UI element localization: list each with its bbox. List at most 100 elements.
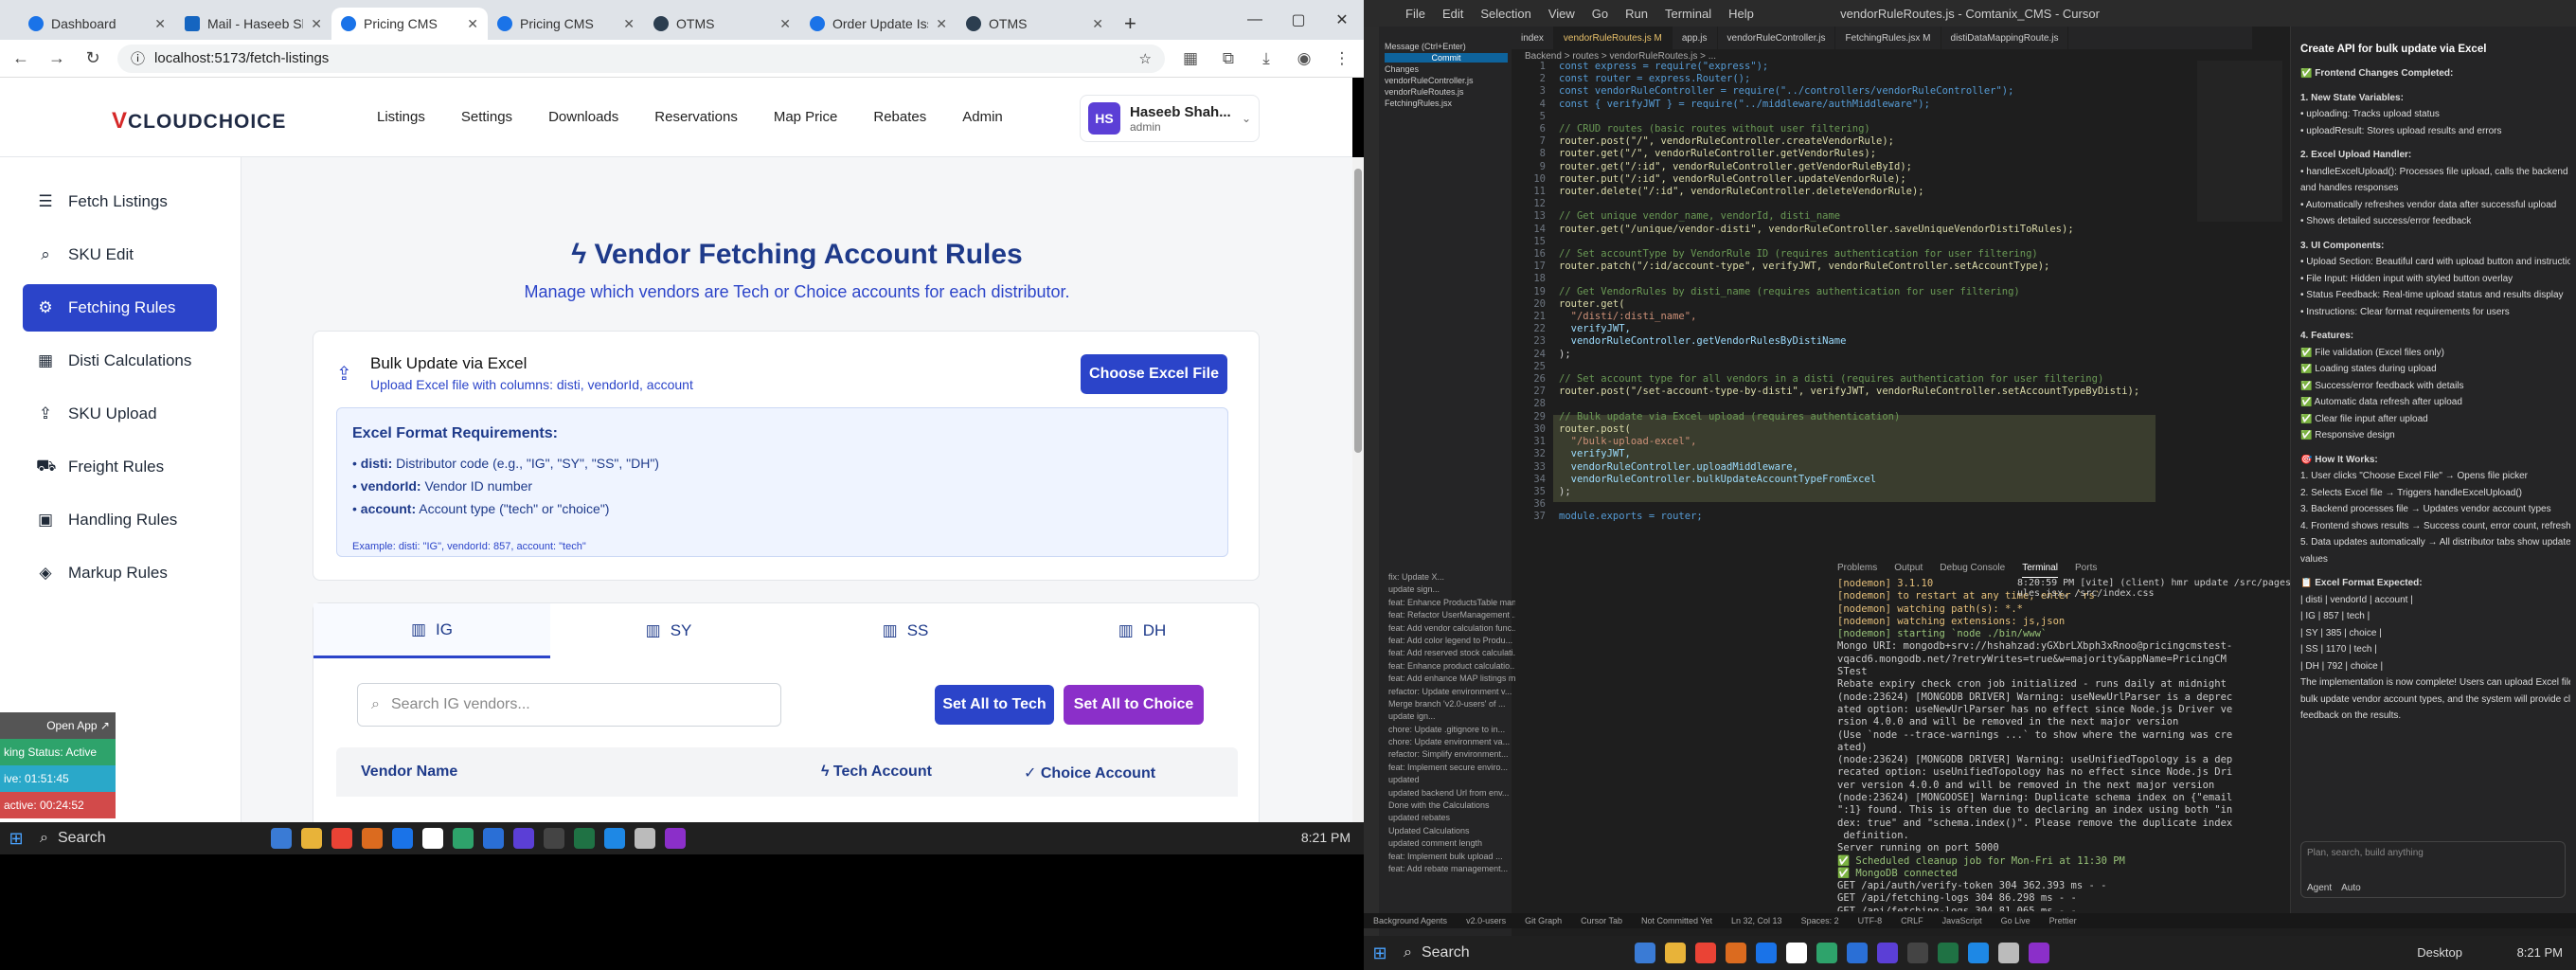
nav-admin[interactable]: Admin	[962, 109, 1003, 125]
scm-item[interactable]: Message (Ctrl+Enter)	[1385, 42, 1508, 51]
commit-item[interactable]: feat: Add enhance MAP listings man...	[1364, 674, 1515, 686]
forward-icon[interactable]: →	[45, 48, 68, 68]
sidebar-item-sku-upload[interactable]: ⇪ SKU Upload	[23, 390, 217, 438]
sidebar-item-fetch-listings[interactable]: ☰ Fetch Listings	[23, 178, 217, 225]
nav-settings[interactable]: Settings	[461, 109, 512, 125]
taskbar-app-icon[interactable]	[2029, 943, 2049, 963]
taskbar-app-icon[interactable]	[301, 828, 322, 849]
sidebar-item-sku-edit[interactable]: ⌕ SKU Edit	[23, 231, 217, 278]
taskbar-app-icon[interactable]	[635, 828, 655, 849]
sidebar-item-handling-rules[interactable]: ▣ Handling Rules	[23, 496, 217, 544]
puzzle-icon[interactable]: ⧉	[1216, 49, 1241, 68]
terminal-vite[interactable]: 8:20:59 PM [vite] (client) hmr update /s…	[2017, 578, 2399, 599]
maximize-icon[interactable]: ▢	[1277, 0, 1320, 40]
status-item[interactable]: Go Live	[2001, 916, 2030, 925]
sidebar-item-fetching-rules[interactable]: ⚙ Fetching Rules	[23, 284, 217, 332]
choose-excel-button[interactable]: Choose Excel File	[1081, 354, 1227, 394]
tab-ss[interactable]: ▥ SS	[787, 603, 1024, 658]
close-tab-icon[interactable]: ✕	[936, 16, 947, 32]
taskbar-app-icon[interactable]	[1847, 943, 1868, 963]
commit-item[interactable]: updated	[1364, 775, 1515, 787]
status-item[interactable]: Spaces: 2	[1801, 916, 1839, 925]
taskbar-app-icon[interactable]	[1786, 943, 1807, 963]
commit-item[interactable]: feat: Enhance ProductsTable mana...	[1364, 598, 1515, 610]
taskbar-app-icon[interactable]	[362, 828, 383, 849]
taskbar-app-icon[interactable]	[1665, 943, 1686, 963]
sidebar-item-disti-calculations[interactable]: ▦ Disti Calculations	[23, 337, 217, 385]
taskbar-app-icon[interactable]	[665, 828, 686, 849]
terminal[interactable]: [nodemon] 3.1.10 [nodemon] to restart at …	[1837, 578, 2273, 911]
editor-tab[interactable]: FetchingRules.jsx M	[1835, 27, 1941, 49]
status-item[interactable]: Prettier	[2049, 916, 2077, 925]
minimap[interactable]	[2197, 61, 2282, 222]
commit-item[interactable]: chore: Update environment va...	[1364, 737, 1515, 749]
commit-item[interactable]: updated rebates	[1364, 813, 1515, 825]
back-icon[interactable]: ←	[9, 48, 32, 68]
commit-item[interactable]: Done with the Calculations	[1364, 800, 1515, 813]
profile-icon[interactable]: ◉	[1292, 49, 1316, 68]
commit-item[interactable]: chore: Update .gitignore to in...	[1364, 725, 1515, 737]
taskbar-app-icon[interactable]	[453, 828, 474, 849]
panel-tab-debug-console[interactable]: Debug Console	[1940, 563, 2005, 578]
browser-tab[interactable]: Pricing CMS ✕	[331, 8, 488, 40]
taskbar-search[interactable]: ⌕ Search	[32, 822, 259, 854]
browser-tab[interactable]: Pricing CMS ✕	[488, 8, 644, 40]
scm-item[interactable]: FetchingRules.jsx	[1385, 99, 1508, 108]
code-editor[interactable]: 1 const express = require("express"); 2 con…	[1512, 61, 2174, 534]
editor-tab[interactable]: app.js	[1673, 27, 1718, 49]
status-item[interactable]: CRLF	[1901, 916, 1923, 925]
sidebar-item-freight-rules[interactable]: ⛟ Freight Rules	[23, 443, 217, 491]
status-item[interactable]: Git Graph	[1525, 916, 1562, 925]
status-item[interactable]: Not Committed Yet	[1641, 916, 1712, 925]
menu-icon[interactable]: ⋮	[1330, 49, 1354, 68]
nav-listings[interactable]: Listings	[377, 109, 425, 125]
scm-item[interactable]: Changes	[1385, 64, 1508, 74]
site-info-icon[interactable]: ⓘ	[131, 48, 145, 68]
extension-icon[interactable]: ▦	[1178, 49, 1203, 68]
tab-dh[interactable]: ▥ DH	[1024, 603, 1261, 658]
open-app-button[interactable]: Open App ↗	[0, 712, 116, 739]
url-input[interactable]: ⓘ localhost:5173/fetch-listings ☆	[117, 44, 1165, 73]
reload-icon[interactable]: ↻	[81, 48, 104, 68]
windows-start-icon[interactable]: ⊞	[0, 829, 32, 849]
commit-item[interactable]: feat: Enhance product calculatio...	[1364, 661, 1515, 674]
user-menu[interactable]: HS Haseeb Shah... admin ⌄	[1080, 95, 1260, 142]
status-item[interactable]: v2.0-users	[1466, 916, 1506, 925]
nav-reservations[interactable]: Reservations	[654, 109, 738, 125]
browser-tab[interactable]: Mail - Haseeb Sha... ✕	[175, 8, 331, 40]
panel-tab-problems[interactable]: Problems	[1837, 563, 1877, 578]
close-window-icon[interactable]: ✕	[1320, 0, 1364, 40]
taskbar-app-icon[interactable]	[1635, 943, 1655, 963]
editor-tab[interactable]: distiDataMappingRoute.js	[1941, 27, 2069, 49]
commit-item[interactable]: feat: Add reserved stock calculati...	[1364, 648, 1515, 660]
close-tab-icon[interactable]: ✕	[779, 16, 791, 32]
commit-item[interactable]: refactor: Simplify environment...	[1364, 749, 1515, 762]
scm-item[interactable]: vendorRuleRoutes.js	[1385, 87, 1508, 97]
status-item[interactable]: Cursor Tab	[1581, 916, 1622, 925]
nav-rebates[interactable]: Rebates	[873, 109, 926, 125]
editor-tab[interactable]: index	[1512, 27, 1554, 49]
app-logo[interactable]: VCLOUDCHOICE	[112, 108, 286, 135]
commit-item[interactable]: updated comment length	[1364, 838, 1515, 851]
set-all-choice-button[interactable]: Set All to Choice	[1064, 685, 1204, 725]
minimize-icon[interactable]: —	[1233, 0, 1277, 40]
windows-start-icon[interactable]: ⊞	[1364, 943, 1396, 963]
commit-item[interactable]: update sign...	[1364, 584, 1515, 597]
taskbar-app-icon[interactable]	[544, 828, 564, 849]
status-item[interactable]: UTF-8	[1858, 916, 1883, 925]
close-tab-icon[interactable]: ✕	[623, 16, 635, 32]
sidebar-item-markup-rules[interactable]: ◈ Markup Rules	[23, 549, 217, 597]
model-select[interactable]: Auto	[2341, 883, 2361, 893]
taskbar-app-icon[interactable]	[483, 828, 504, 849]
agent-mode[interactable]: Agent	[2307, 883, 2332, 893]
taskbar-app-icon[interactable]	[574, 828, 595, 849]
scm-item[interactable]: vendorRuleController.js	[1385, 76, 1508, 85]
commit-item[interactable]: Updated Calculations	[1364, 826, 1515, 838]
panel-tab-output[interactable]: Output	[1894, 563, 1923, 578]
commit-item[interactable]: feat: Add rebate management...	[1364, 864, 1515, 876]
close-tab-icon[interactable]: ✕	[311, 16, 322, 32]
close-tab-icon[interactable]: ✕	[467, 16, 478, 32]
taskbar-app-icon[interactable]	[1998, 943, 2019, 963]
browser-tab[interactable]: Order Update Issu... ✕	[800, 8, 957, 40]
browser-tab[interactable]: OTMS ✕	[644, 8, 800, 40]
